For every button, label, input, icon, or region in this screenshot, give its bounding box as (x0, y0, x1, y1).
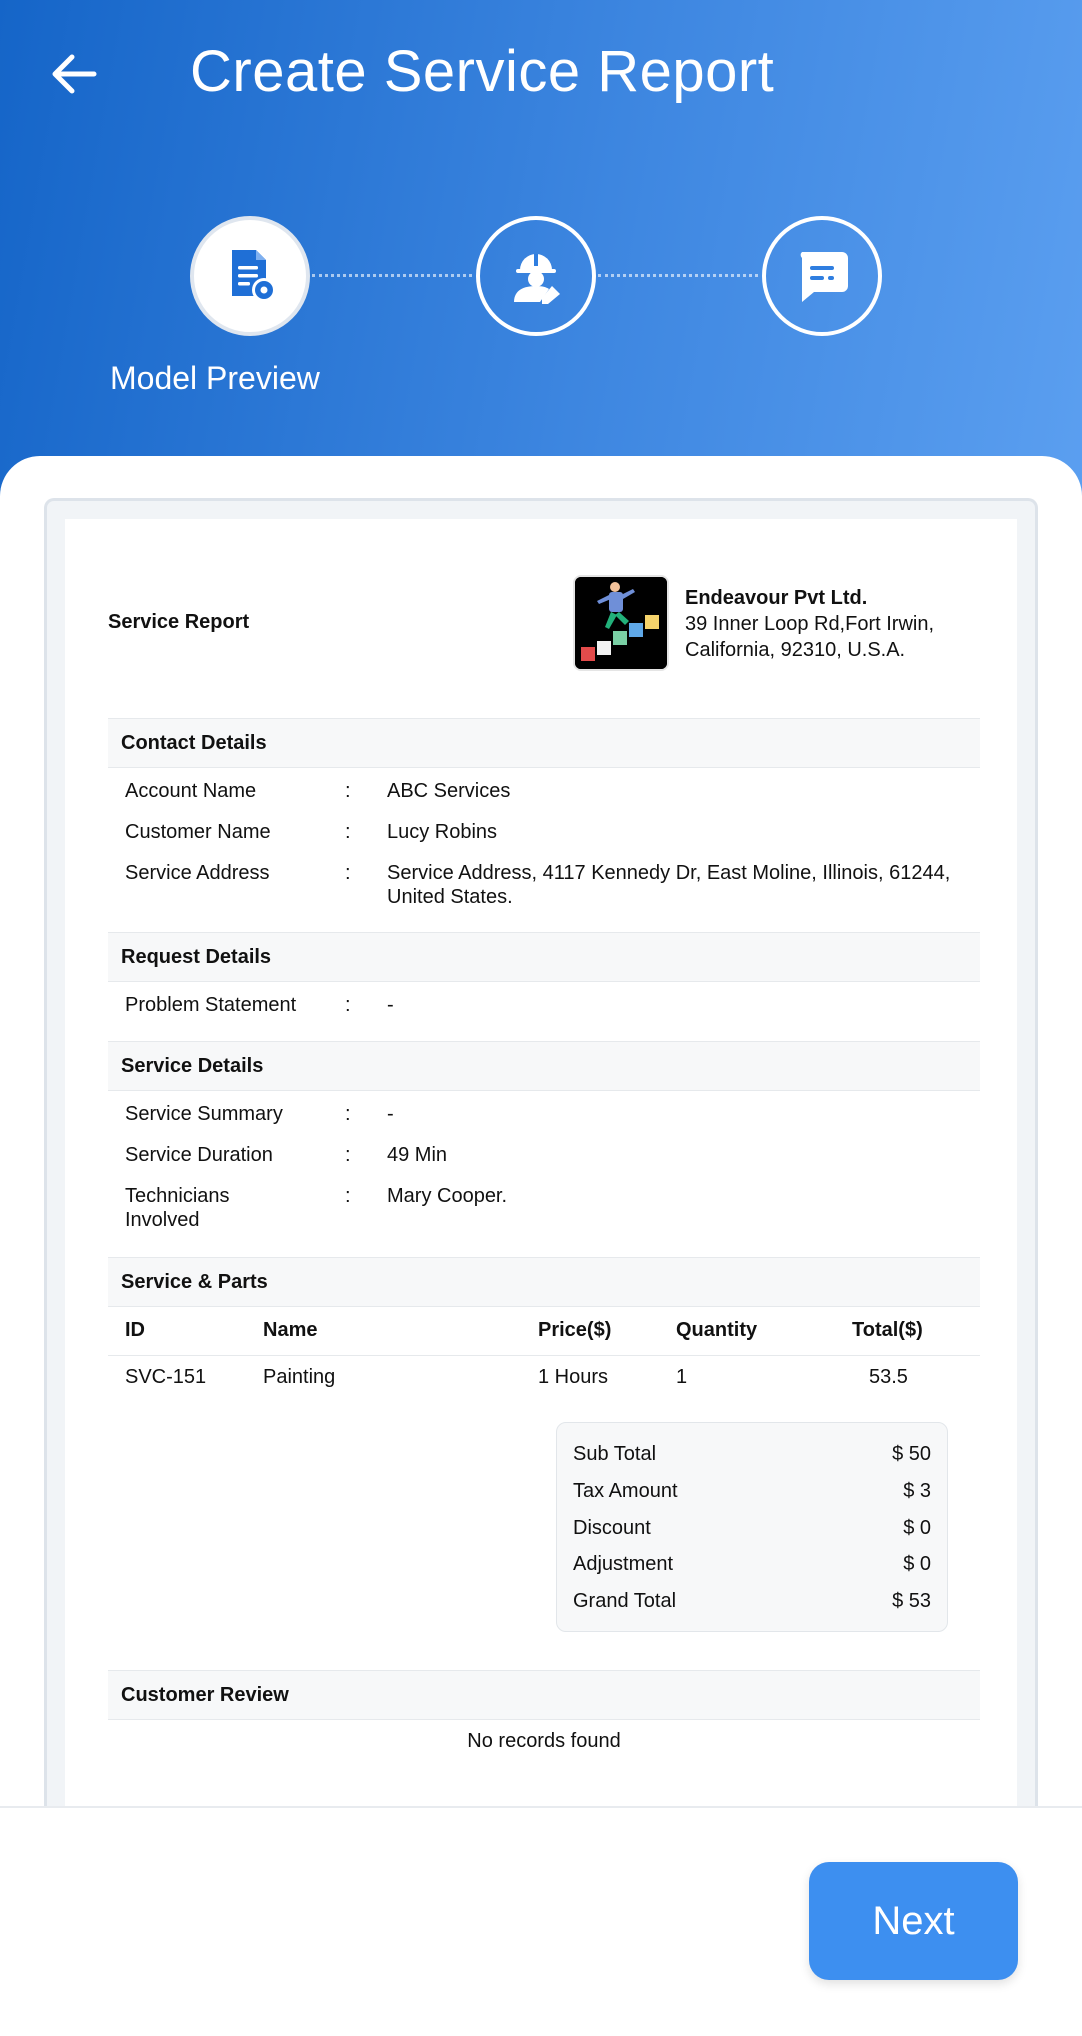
step-connector (598, 274, 758, 277)
detail-value: Lucy Robins (387, 821, 498, 843)
detail-label: Problem Statement (125, 994, 297, 1016)
step-feedback[interactable] (762, 216, 882, 336)
detail-label: Customer Name (125, 821, 271, 843)
col-header-total: Total($) (852, 1319, 923, 1341)
totals-row-grand-total: Grand Total $ 53 (573, 1590, 931, 1613)
cell-total: 53.5 (869, 1366, 908, 1388)
detail-label: Account Name (125, 780, 257, 802)
detail-value: Mary Cooper. (387, 1185, 508, 1207)
cell-price: 1 Hours (538, 1366, 609, 1388)
chat-message-icon (800, 252, 848, 302)
totals-row-subtotal: Sub Total $ 50 (573, 1443, 931, 1466)
totals-label: Adjustment (573, 1553, 674, 1575)
detail-value: 49 Min (387, 1144, 448, 1166)
active-step-label: Model Preview (110, 360, 320, 396)
report-title: Service Report (108, 611, 250, 633)
report-preview-frame[interactable]: Service Report Endeavour Pvt Ltd. 39 Inn… (44, 498, 1038, 1808)
detail-value: Service Address, 4117 Kennedy Dr, East M… (387, 862, 951, 908)
totals-label: Grand Total (573, 1590, 677, 1612)
step-model-preview[interactable] (190, 216, 310, 336)
company-logo-image (575, 577, 667, 669)
company-address: 39 Inner Loop Rd,Fort Irwin, California,… (685, 613, 935, 661)
section-contact-details: Contact Details (108, 718, 980, 768)
col-header-id: ID (125, 1319, 145, 1341)
header: Create Service Report Model Preview (0, 0, 1082, 520)
section-service-details: Service Details (108, 1041, 980, 1091)
col-header-price: Price($) (538, 1319, 612, 1341)
detail-colon: : (345, 780, 351, 802)
totals-label: Sub Total (573, 1443, 657, 1465)
detail-colon: : (345, 821, 351, 843)
arrow-left-icon (52, 54, 97, 94)
document-settings-icon (232, 250, 276, 302)
report-document: Service Report Endeavour Pvt Ltd. 39 Inn… (65, 519, 1017, 1808)
detail-colon: : (345, 1144, 351, 1166)
totals-row-discount: Discount $ 0 (573, 1517, 931, 1540)
detail-value: - (387, 1103, 394, 1125)
cell-name: Painting (263, 1366, 336, 1388)
step-technician[interactable] (476, 216, 596, 336)
no-records-text: No records found (467, 1730, 621, 1752)
company-info: Endeavour Pvt Ltd. 39 Inner Loop Rd,Fort… (685, 585, 985, 663)
totals-amount: $ 50 (892, 1443, 931, 1465)
step-connector (312, 274, 472, 277)
company-name: Endeavour Pvt Ltd. (685, 587, 868, 609)
detail-label: Service Duration (125, 1144, 273, 1166)
back-button[interactable] (46, 46, 102, 102)
cell-id: SVC-151 (125, 1366, 207, 1388)
detail-colon: : (345, 994, 351, 1016)
totals-label: Discount (573, 1517, 651, 1539)
technician-icon (514, 254, 560, 304)
detail-value: ABC Services (387, 780, 511, 802)
totals-amount: $ 0 (903, 1553, 931, 1575)
col-header-name: Name (263, 1319, 318, 1341)
page-title: Create Service Report (190, 39, 775, 104)
detail-value: - (387, 994, 394, 1016)
totals-amount: $ 3 (903, 1480, 931, 1502)
detail-colon: : (345, 1103, 351, 1125)
section-service-parts: Service & Parts (108, 1257, 980, 1307)
totals-amount: $ 53 (892, 1590, 931, 1612)
detail-label: Service Address (125, 862, 270, 884)
next-button[interactable]: Next (809, 1862, 1018, 1980)
totals-row-tax: Tax Amount $ 3 (573, 1480, 931, 1503)
company-logo (573, 575, 669, 671)
section-request-details: Request Details (108, 932, 980, 982)
totals-box: Sub Total $ 50 Tax Amount $ 3 Discount $… (556, 1422, 948, 1632)
detail-colon: : (345, 862, 351, 884)
table-divider (108, 1355, 980, 1356)
detail-label: Service Summary (125, 1103, 283, 1125)
cell-quantity: 1 (676, 1366, 688, 1388)
totals-label: Tax Amount (573, 1480, 678, 1502)
section-customer-review: Customer Review (108, 1670, 980, 1720)
totals-row-adjustment: Adjustment $ 0 (573, 1553, 931, 1576)
detail-colon: : (345, 1185, 351, 1207)
detail-label: Technicians Involved (125, 1185, 230, 1231)
totals-amount: $ 0 (903, 1517, 931, 1539)
col-header-quantity: Quantity (676, 1319, 758, 1341)
